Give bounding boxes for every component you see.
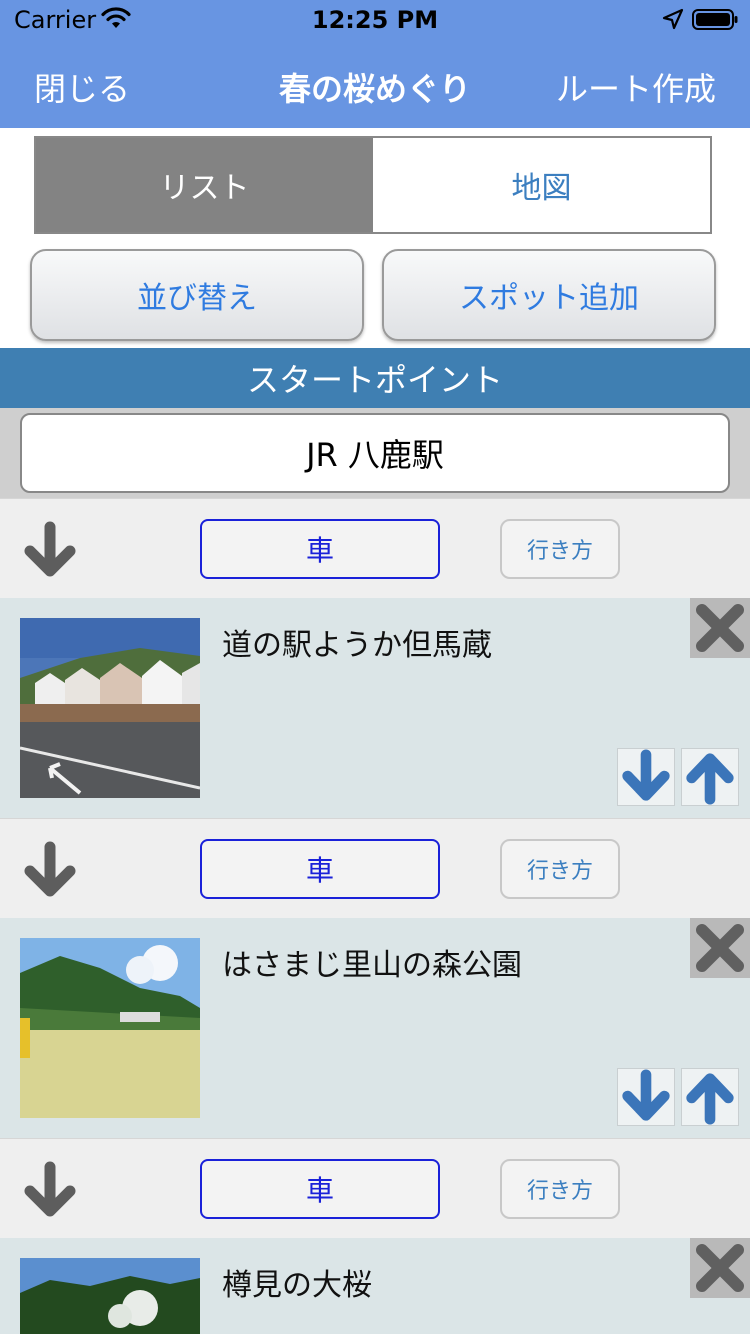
delete-spot-button[interactable]	[690, 918, 750, 978]
battery-icon	[692, 9, 738, 30]
status-bar: Carrier 12:25 PM	[0, 0, 750, 40]
transport-row: 車 行き方	[0, 1138, 750, 1239]
spot-photo	[20, 618, 200, 798]
move-down-button[interactable]	[617, 1068, 675, 1126]
spot-name: 道の駅ようか但馬蔵	[222, 628, 492, 663]
move-up-button[interactable]	[681, 748, 739, 806]
spot-row[interactable]: 樽見の大桜	[0, 1238, 750, 1334]
tab-map[interactable]: 地図	[373, 138, 710, 232]
delete-spot-button[interactable]	[690, 1238, 750, 1298]
view-segmented-control: リスト 地図	[34, 136, 712, 234]
transport-mode-button[interactable]: 車	[200, 519, 440, 579]
transport-row: 車 行き方	[0, 818, 750, 919]
spot-photo	[20, 1258, 200, 1334]
transport-mode-button[interactable]: 車	[200, 839, 440, 899]
spot-row[interactable]: 道の駅ようか但馬蔵	[0, 598, 750, 818]
create-route-button[interactable]: ルート作成	[556, 64, 716, 110]
spot-name: はさまじ里山の森公園	[222, 948, 522, 983]
transport-row: 車 行き方	[0, 498, 750, 599]
directions-button[interactable]: 行き方	[500, 839, 620, 899]
arrow-down-icon	[24, 841, 76, 897]
add-spot-button[interactable]: スポット追加	[382, 249, 716, 341]
start-point-field[interactable]: JR 八鹿駅	[20, 413, 730, 493]
spot-name: 樽見の大桜	[222, 1268, 372, 1303]
status-time: 12:25 PM	[311, 6, 439, 34]
arrow-down-icon	[24, 1161, 76, 1217]
nav-header: Carrier 12:25 PM 閉じる 春の桜めぐり ルート作成	[0, 0, 750, 128]
move-up-button[interactable]	[681, 1068, 739, 1126]
transport-mode-button[interactable]: 車	[200, 1159, 440, 1219]
sort-button[interactable]: 並び替え	[30, 249, 364, 341]
delete-spot-button[interactable]	[690, 598, 750, 658]
spot-photo	[20, 938, 200, 1118]
spot-row[interactable]: はさまじ里山の森公園	[0, 918, 750, 1138]
directions-button[interactable]: 行き方	[500, 519, 620, 579]
arrow-down-icon	[24, 521, 76, 577]
start-point-header: スタートポイント	[0, 348, 750, 408]
location-arrow-icon	[662, 8, 684, 30]
move-down-button[interactable]	[617, 748, 675, 806]
tab-list[interactable]: リスト	[36, 138, 373, 232]
directions-button[interactable]: 行き方	[500, 1159, 620, 1219]
